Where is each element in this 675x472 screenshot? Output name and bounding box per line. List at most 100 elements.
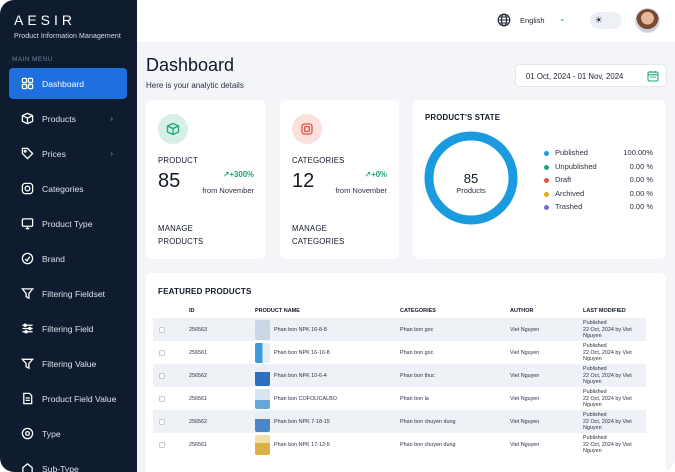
column-header-last-modified[interactable]: LAST MODIFIED — [577, 304, 646, 318]
cell-author: Viet Nguyen — [504, 410, 577, 433]
table-row[interactable]: 256561 Phan bon COFOLICALBO Phan bon la … — [153, 387, 646, 410]
cell-author: Viet Nguyen — [504, 433, 577, 456]
sidebar-item-type[interactable]: Type — [9, 418, 127, 449]
stat-change-value: +300% — [229, 170, 255, 179]
cell-id: 256563 — [183, 318, 249, 341]
theme-toggle[interactable]: ☀ — [590, 12, 622, 29]
sidebar-item-label: Filtering Value — [42, 358, 97, 369]
brand-logo: AESIR — [14, 12, 77, 28]
sidebar-item-brand[interactable]: Brand — [9, 243, 127, 274]
sidebar-item-filtering-field[interactable]: Filtering Field — [9, 313, 127, 344]
filter-lines-icon — [20, 357, 34, 371]
featured-products-card: FEATURED PRODUCTS ID PRODUCT NAME CATEGO… — [146, 273, 666, 472]
categories-icon — [20, 182, 34, 196]
chevron-right-icon[interactable]: › — [110, 149, 113, 158]
legend-item: Unpublished 0.00 % — [544, 162, 653, 176]
brand-icon — [20, 252, 34, 266]
sidebar-item-sub-type[interactable]: Sub-Type — [9, 453, 127, 472]
manage-categories-link[interactable]: MANAGE CATEGORIES — [292, 222, 362, 248]
product-state-card: PRODUCT'S STATE 85 Products Published 10… — [413, 100, 666, 259]
column-header-author[interactable]: AUTHOR — [504, 304, 577, 318]
sidebar-item-filtering-value[interactable]: Filtering Value — [9, 348, 127, 379]
legend-item: Draft 0.00 % — [544, 175, 653, 189]
cell-status: Published — [583, 366, 607, 372]
product-thumbnail — [255, 365, 270, 386]
cell-modified: 22 Oct, 2024 by Viet Nguyen — [583, 327, 632, 339]
document-icon — [20, 392, 34, 406]
sidebar-item-products[interactable]: Products › — [9, 103, 127, 134]
brand[interactable]: AESIR Product Information Management — [14, 12, 121, 40]
product-name-link[interactable]: Phan bon NPK 16-8-8 — [274, 327, 327, 333]
date-range-picker[interactable]: 01 Oct, 2024 - 01 Nov, 2024 — [515, 64, 667, 87]
legend-item: Archived 0.00 % — [544, 189, 653, 203]
sidebar-item-categories[interactable]: Categories — [9, 173, 127, 204]
cell-id: 256562 — [183, 364, 249, 387]
product-state-title: PRODUCT'S STATE — [425, 113, 501, 122]
sidebar-item-dashboard[interactable]: Dashboard — [9, 68, 127, 99]
cell-author: Viet Nguyen — [504, 364, 577, 387]
column-header-categories[interactable]: CATEGORIES — [394, 304, 504, 318]
row-checkbox[interactable] — [159, 418, 165, 425]
cell-id: 256561 — [183, 387, 249, 410]
donut-total: 85 — [463, 171, 479, 186]
cell-id: 256561 — [183, 433, 249, 456]
globe-icon[interactable] — [497, 13, 511, 27]
featured-products-title: FEATURED PRODUCTS — [158, 287, 252, 296]
cell-status: Published — [583, 389, 607, 395]
stat-change: ↗+0% — [365, 170, 387, 179]
sidebar: AESIR Product Information Management MAI… — [0, 0, 137, 472]
chevron-right-icon[interactable]: › — [110, 114, 113, 123]
sidebar-item-prices[interactable]: Prices › — [9, 138, 127, 169]
manage-products-link[interactable]: MANAGE PRODUCTS — [158, 222, 228, 248]
sidebar-item-label: Filtering Fieldset — [42, 288, 106, 299]
cell-modified: 22 Oct, 2024 by Viet Nguyen — [583, 373, 632, 385]
sun-icon: ☀ — [594, 15, 603, 25]
row-checkbox[interactable] — [159, 395, 165, 402]
sidebar-item-label: Products — [42, 113, 76, 124]
legend-dot — [544, 191, 549, 197]
sidebar-item-label: Sub-Type — [42, 463, 79, 472]
row-checkbox[interactable] — [159, 372, 165, 379]
sidebar-item-filtering-fieldset[interactable]: Filtering Fieldset — [9, 278, 127, 309]
chevron-down-icon[interactable]: ⌄ — [559, 14, 566, 23]
avatar[interactable] — [635, 8, 660, 33]
legend-value: 0.00 % — [629, 175, 653, 184]
row-checkbox[interactable] — [159, 349, 165, 356]
donut-total-label: Products — [456, 186, 486, 195]
table-row[interactable]: 256562 Phan bon NPK 7-18-15 Phan bon chu… — [153, 410, 646, 433]
sidebar-item-label: Brand — [42, 253, 65, 264]
stat-change-value: +0% — [371, 170, 387, 179]
featured-products-table: ID PRODUCT NAME CATEGORIES AUTHOR LAST M… — [153, 304, 646, 456]
calendar-icon[interactable] — [647, 70, 659, 82]
table-row[interactable]: 256562 Phan bon NPK 10-6-4 Phan bon thuc… — [153, 364, 646, 387]
product-type-icon — [20, 217, 34, 231]
column-header-id[interactable]: ID — [183, 304, 249, 318]
select-all-header — [153, 304, 183, 318]
categories-stat-card: CATEGORIES 12 ↗+0% from November MANAGE … — [280, 100, 399, 259]
product-name-link[interactable]: Phan bon NPK 17-12-5 — [274, 442, 330, 448]
row-checkbox[interactable] — [159, 326, 165, 333]
product-name-link[interactable]: Phan bon NPK 10-6-4 — [274, 373, 327, 379]
dashboard-icon — [20, 77, 34, 91]
sidebar-item-label: Filtering Field — [42, 323, 94, 334]
language-select[interactable]: English — [520, 16, 545, 25]
row-checkbox[interactable] — [159, 441, 165, 448]
table-row[interactable]: 256563 Phan bon NPK 16-8-8 Phan bon goc … — [153, 318, 646, 341]
column-header-product-name[interactable]: PRODUCT NAME — [249, 304, 394, 318]
legend-item: Published 100.00% — [544, 148, 653, 162]
cell-category: Phan bon goc — [394, 341, 504, 364]
legend-dot — [544, 205, 549, 210]
cell-modified: 22 Oct, 2024 by Viet Nguyen — [583, 350, 632, 362]
sidebar-item-label: Prices — [42, 148, 66, 159]
table-row[interactable]: 256561 Phan bon NPK 16-16-8 Phan bon goc… — [153, 341, 646, 364]
sidebar-item-product-type[interactable]: Product Type — [9, 208, 127, 239]
cell-id: 256561 — [183, 341, 249, 364]
product-name-link[interactable]: Phan bon NPK 7-18-15 — [274, 419, 330, 425]
top-bar: English ⌄ ☀ — [137, 0, 675, 42]
product-name-link[interactable]: Phan bon NPK 16-16-8 — [274, 350, 330, 356]
sidebar-item-product-field-value[interactable]: Product Field Value — [9, 383, 127, 414]
sidebar-item-label: Product Field Value — [42, 393, 117, 404]
table-row[interactable]: 256561 Phan bon NPK 17-12-5 Phan bon chu… — [153, 433, 646, 456]
product-name-link[interactable]: Phan bon COFOLICALBO — [274, 396, 337, 402]
cell-status: Published — [583, 320, 607, 326]
